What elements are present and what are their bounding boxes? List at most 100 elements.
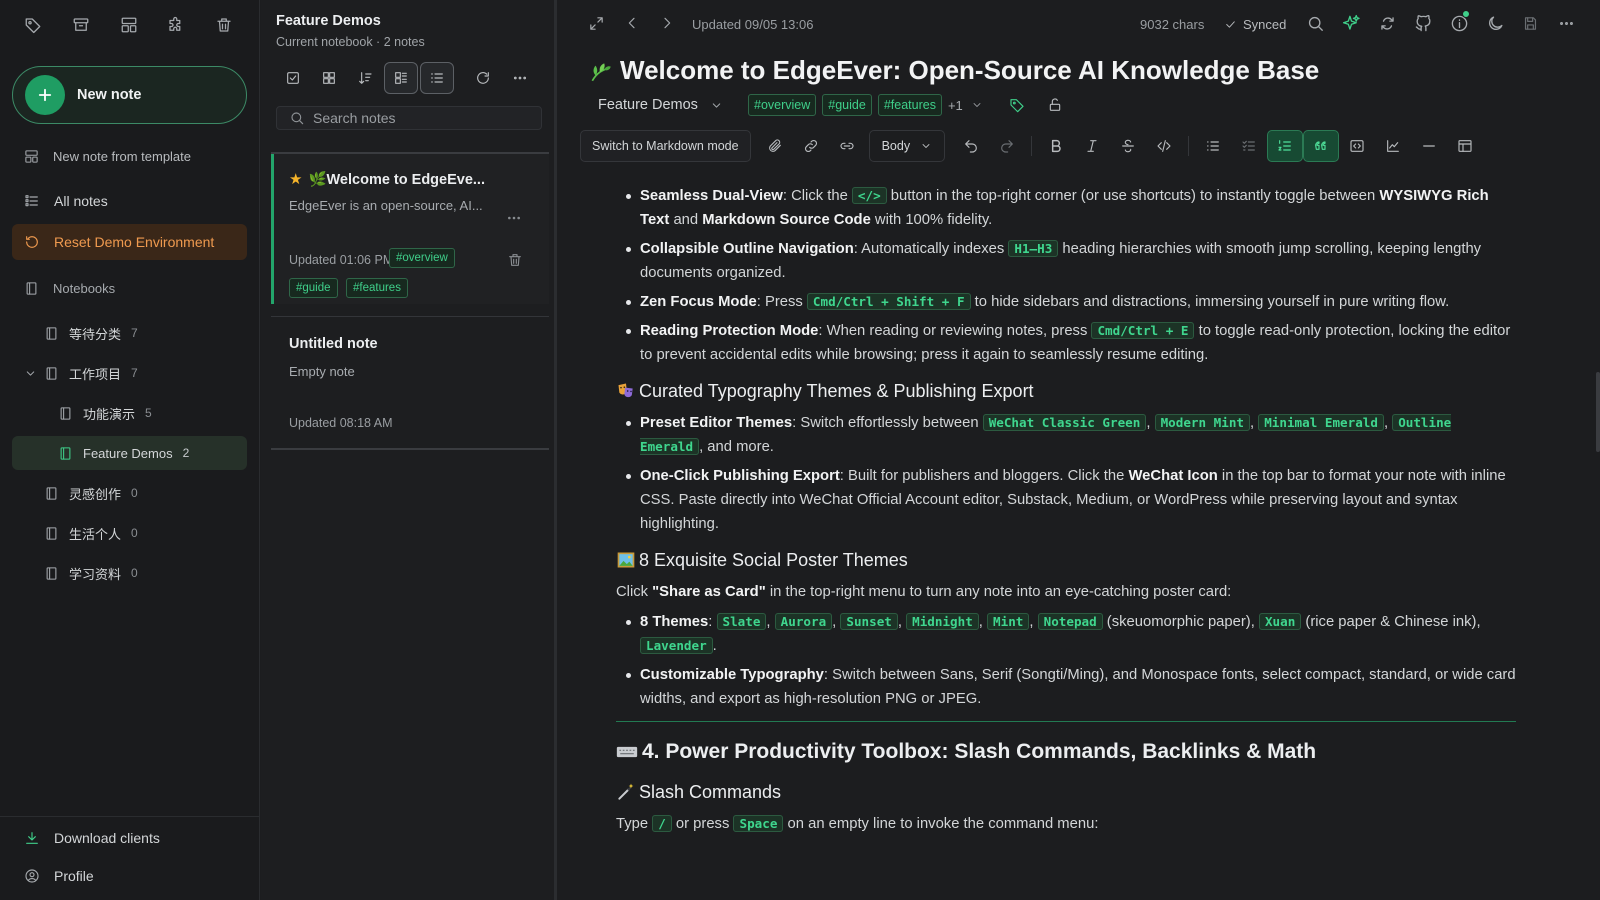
blockquote-button[interactable] <box>1302 130 1339 162</box>
scrollbar-thumb[interactable] <box>1596 372 1600 452</box>
notebook-item[interactable]: 工作项目 7 <box>26 356 244 390</box>
note-title[interactable]: Welcome to EdgeEver: Open-Source AI Know… <box>588 55 1319 86</box>
ordered-list-button[interactable] <box>1266 130 1303 162</box>
notebook-name: 功能演示 <box>83 406 136 422</box>
list-item: Seamless Dual-View: Click the </> button… <box>626 184 1516 232</box>
notebook-item[interactable]: 功能演示 5 <box>58 396 244 430</box>
download-clients-button[interactable]: Download clients <box>12 821 247 855</box>
internal-link-button[interactable] <box>829 130 865 162</box>
profile-button[interactable]: Profile <box>12 859 247 893</box>
markdown-mode-button[interactable]: Switch to Markdown mode <box>580 130 751 162</box>
strikethrough-button[interactable] <box>1110 130 1146 162</box>
chart-icon <box>1386 140 1399 152</box>
link-button[interactable] <box>793 130 829 162</box>
select-notes-button[interactable] <box>276 62 310 94</box>
table-button[interactable] <box>1447 130 1483 162</box>
archive-button[interactable] <box>68 14 116 36</box>
sort-button[interactable] <box>348 62 382 94</box>
note-tag[interactable]: #overview <box>389 248 455 268</box>
forward-button[interactable] <box>659 15 675 31</box>
inline-code-button[interactable] <box>1146 130 1182 162</box>
card-view-button[interactable] <box>384 62 418 94</box>
notebook-item[interactable]: 生活个人 0 <box>44 516 244 550</box>
note-tag[interactable]: #overview <box>748 94 817 116</box>
templates-button[interactable] <box>116 14 164 36</box>
search-icon <box>291 112 304 125</box>
tags-button[interactable] <box>20 14 68 36</box>
list-view-button[interactable] <box>420 62 454 94</box>
note-content[interactable]: Seamless Dual-View: Click the </> button… <box>616 170 1516 900</box>
lock-button[interactable] <box>1047 97 1063 113</box>
save-icon <box>1524 17 1537 30</box>
task-list-button[interactable] <box>1231 130 1267 162</box>
note-more-button[interactable] <box>506 210 522 226</box>
search-button[interactable] <box>1306 14 1325 33</box>
new-from-template-button[interactable]: New note from template <box>12 138 247 174</box>
all-notes-button[interactable]: All notes <box>12 183 247 219</box>
paragraph: Type / or press Space on an empty line t… <box>616 815 1099 832</box>
notebook-item-active[interactable]: Feature Demos 2 <box>12 436 247 470</box>
notebook-item[interactable]: 学习资料 0 <box>44 556 244 590</box>
herb-icon <box>591 62 611 81</box>
notebook-select[interactable]: Feature Demos <box>598 97 748 113</box>
wechat-export-button[interactable] <box>1378 14 1397 33</box>
list-item: One-Click Publishing Export: Built for p… <box>626 464 1516 536</box>
horizontal-rule-button[interactable] <box>1411 130 1447 162</box>
bold-button[interactable] <box>1038 130 1074 162</box>
plus-icon <box>25 75 65 115</box>
note-card[interactable]: Untitled note Empty note Updated 08:18 A… <box>271 320 549 440</box>
plugins-button[interactable] <box>163 14 211 36</box>
code-block-icon <box>1350 140 1364 152</box>
char-count: 9032 chars <box>1140 17 1205 32</box>
reset-demo-button[interactable]: Reset Demo Environment <box>12 224 247 260</box>
hr-icon <box>1422 145 1435 147</box>
search-input[interactable] <box>313 110 513 126</box>
info-button[interactable] <box>1450 10 1470 33</box>
refresh-button[interactable] <box>466 62 500 94</box>
text-style-select[interactable]: Body <box>868 130 945 162</box>
more-button[interactable] <box>503 62 537 94</box>
grid-view-button[interactable] <box>312 62 346 94</box>
new-note-button[interactable]: New note <box>12 66 247 124</box>
tags-more-button[interactable]: +1 <box>948 98 983 113</box>
redo-button[interactable] <box>989 130 1025 162</box>
attach-button[interactable] <box>757 130 793 162</box>
notebooks-header[interactable]: Notebooks <box>24 281 115 296</box>
note-tag[interactable]: #guide <box>822 94 872 116</box>
theme-toggle-button[interactable] <box>1486 14 1505 33</box>
chevron-down-icon[interactable] <box>24 367 37 380</box>
note-tag[interactable]: #features <box>346 278 408 298</box>
card-view-icon <box>395 72 407 84</box>
search-icon <box>1308 16 1323 31</box>
code-block-button[interactable] <box>1339 130 1375 162</box>
star-icon[interactable]: ★ <box>289 170 302 188</box>
add-tag-button[interactable] <box>1009 97 1025 113</box>
note-tag[interactable]: #guide <box>289 278 338 298</box>
github-button[interactable] <box>1414 14 1433 33</box>
profile-label: Profile <box>54 868 94 884</box>
save-button[interactable] <box>1522 15 1539 32</box>
trash-button[interactable] <box>211 14 259 36</box>
notebook-count: 0 <box>131 526 138 540</box>
heading-text: Slash Commands <box>639 782 782 802</box>
back-button[interactable] <box>624 15 640 31</box>
bullet-list-button[interactable] <box>1195 130 1231 162</box>
undo-button[interactable] <box>953 130 989 162</box>
sidebar-footer: Download clients Profile <box>0 816 259 893</box>
note-card-active[interactable]: ★ 🌿Welcome to EdgeEve... EdgeEver is an … <box>271 154 549 304</box>
chain-icon <box>840 142 854 150</box>
chevron-right-icon <box>664 17 671 29</box>
chart-button[interactable] <box>1375 130 1411 162</box>
delete-note-button[interactable] <box>507 252 523 268</box>
more-menu-button[interactable] <box>1558 15 1575 32</box>
expand-button[interactable] <box>588 15 605 32</box>
italic-icon <box>1087 140 1097 152</box>
quote-icon <box>1314 141 1326 150</box>
notebook-count: 7 <box>131 366 138 380</box>
check-icon <box>1226 21 1235 28</box>
notebook-item[interactable]: 灵感创作 0 <box>44 476 244 510</box>
note-tag[interactable]: #features <box>877 94 942 116</box>
notebook-item[interactable]: 等待分类 7 <box>44 316 244 350</box>
ai-assistant-button[interactable] <box>1342 14 1361 33</box>
italic-button[interactable] <box>1074 130 1110 162</box>
